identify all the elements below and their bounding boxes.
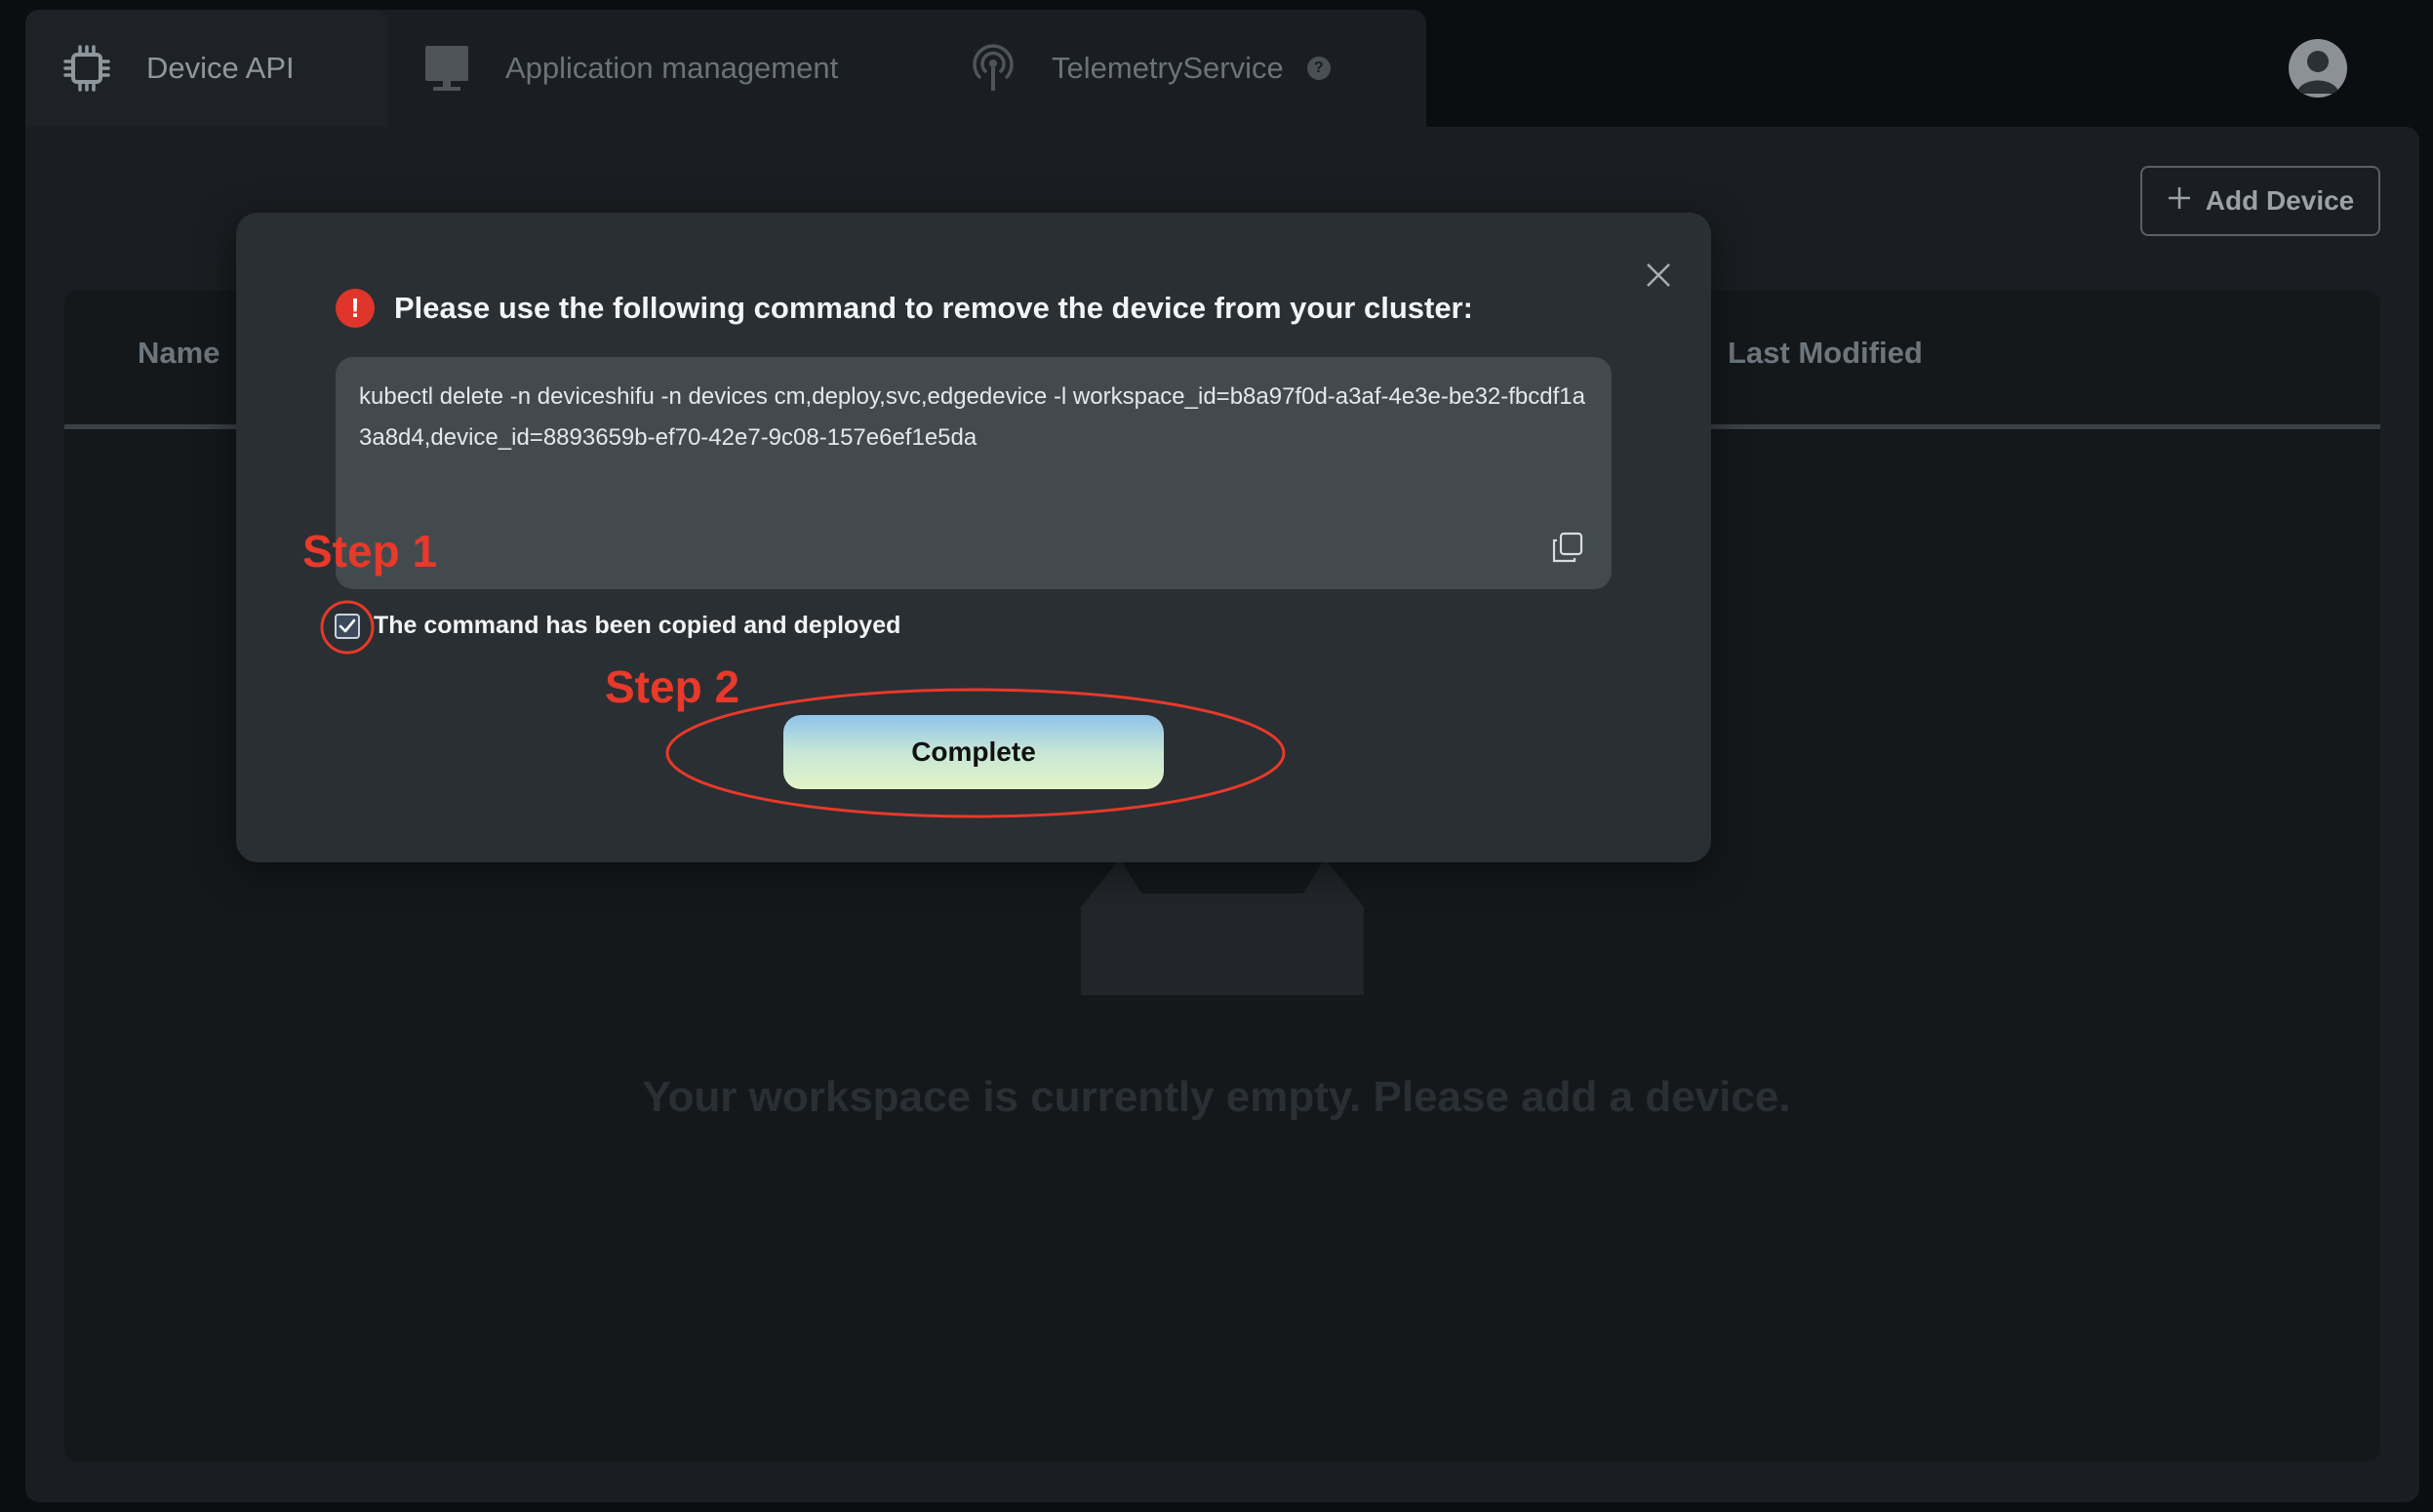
complete-button[interactable]: Complete (783, 715, 1164, 789)
exclamation-icon: ! (336, 289, 375, 328)
user-avatar-icon[interactable] (2289, 39, 2347, 98)
tab-device-api-label: Device API (146, 51, 295, 85)
modal-title-row: ! Please use the following command to re… (336, 287, 1473, 330)
tab-telemetry-service-label: TelemetryService (1052, 51, 1284, 85)
chip-icon (62, 44, 111, 93)
step-1-annotation: Step 1 (302, 526, 438, 577)
monitor-icon (423, 44, 470, 93)
column-header-last-modified[interactable]: Last Modified (1728, 336, 1923, 371)
deployed-checkbox-label[interactable]: The command has been copied and deployed (374, 612, 900, 640)
tab-telemetry-service[interactable]: TelemetryService ? (935, 10, 1426, 127)
modal-title: Please use the following command to remo… (394, 291, 1473, 325)
close-icon[interactable] (1641, 258, 1676, 293)
tab-application-management-label: Application management (505, 51, 839, 85)
empty-state-message: Your workspace is currently empty. Pleas… (642, 1073, 1791, 1121)
copy-icon[interactable] (1551, 531, 1584, 564)
column-header-name[interactable]: Name (138, 336, 219, 371)
app-root: Device API Application management Teleme… (0, 0, 2433, 1512)
command-textbox[interactable]: kubectl delete -n deviceshifu -n devices… (336, 357, 1612, 589)
help-icon[interactable]: ? (1306, 57, 1331, 80)
antenna-icon (970, 44, 1017, 93)
plus-icon (2167, 185, 2192, 218)
tab-application-management[interactable]: Application management (388, 10, 935, 127)
add-device-label: Add Device (2205, 185, 2355, 216)
deployed-checkbox[interactable] (335, 614, 360, 639)
step-2-annotation: Step 2 (605, 661, 740, 712)
empty-box-icon (1081, 849, 1364, 995)
tab-device-api[interactable]: Device API (25, 10, 388, 127)
add-device-button[interactable]: Add Device (2140, 166, 2380, 236)
